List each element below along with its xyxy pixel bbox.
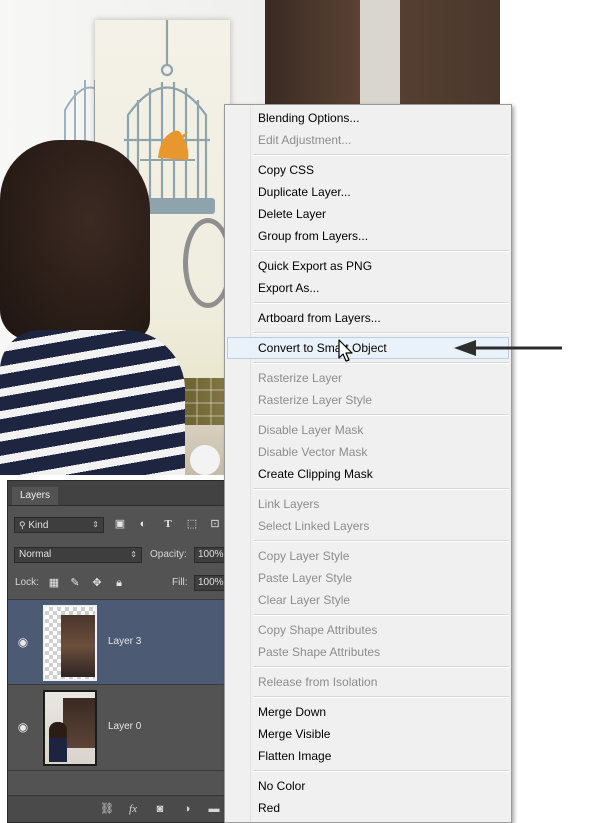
menu-item-paste-shape-attributes: Paste Shape Attributes (258, 645, 381, 659)
menu-separator (253, 362, 509, 364)
menu-separator (253, 770, 509, 772)
menu-item-duplicate-layer[interactable]: Duplicate Layer... (227, 181, 509, 203)
layers-footer: ⛓ fx ◙ ◑ ▬ (8, 795, 238, 822)
type-filter-icon[interactable]: T (161, 517, 175, 531)
pointer-arrow-annotation (454, 340, 562, 356)
layer-row[interactable]: ◉ Layer 3 (8, 599, 238, 685)
striped-shirt (0, 330, 185, 475)
blend-mode-dropdown[interactable]: Normal ⇕ (14, 547, 142, 563)
panel-tab-bar: Layers (8, 481, 236, 506)
lock-all-icon[interactable]: 🔒︎ (112, 576, 126, 590)
visibility-eye-icon[interactable]: ◉ (16, 635, 30, 649)
fill-label: Fill: (172, 577, 188, 588)
menu-separator (253, 250, 509, 252)
menu-item-disable-vector-mask: Disable Vector Mask (258, 445, 368, 459)
layer-name: Layer 3 (108, 636, 142, 647)
menu-item-artboard-from-layers[interactable]: Artboard from Layers... (227, 307, 509, 329)
menu-separator (253, 154, 509, 156)
menu-item-copy-layer-style: Copy Layer Style (258, 549, 350, 563)
lock-transparency-icon[interactable]: ▦ (47, 576, 61, 590)
menu-item-paste-layer-style: Paste Layer Style (258, 571, 353, 585)
menu-item-red[interactable]: Red (227, 797, 509, 819)
layer-thumbnail (43, 690, 97, 766)
shape-filter-icon[interactable]: ⬚ (185, 517, 199, 531)
filter-kind-dropdown[interactable]: ⚲ Kind ⇕ (14, 517, 104, 533)
girl-hair (0, 140, 150, 340)
filter-kind-label: Kind (28, 520, 49, 531)
menu-item-select-linked-layers: Select Linked Layers (258, 519, 370, 533)
menu-item-quick-export-as-png[interactable]: Quick Export as PNG (227, 255, 509, 277)
menu-item-rasterize-layer-style: Rasterize Layer Style (258, 393, 373, 407)
link-layers-icon[interactable]: ⛓ (100, 802, 114, 816)
menu-separator (253, 302, 509, 304)
menu-item-rasterize-layer: Rasterize Layer (258, 371, 343, 385)
menu-item-copy-shape-attributes: Copy Shape Attributes (258, 623, 378, 637)
menu-separator (253, 614, 509, 616)
adjustment-filter-icon[interactable]: ◐ (136, 517, 150, 531)
opacity-label: Opacity: (150, 549, 187, 560)
search-icon: ⚲ (19, 520, 26, 530)
menu-separator (253, 666, 509, 668)
menu-item-copy-css[interactable]: Copy CSS (227, 159, 509, 181)
menu-item-flatten-image[interactable]: Flatten Image (227, 745, 509, 767)
menu-item-edit-adjustment: Edit Adjustment... (258, 133, 352, 147)
image-filter-icon[interactable]: ▣ (113, 517, 127, 531)
smart-object-filter-icon[interactable]: ⊡ (208, 517, 222, 531)
layer-row[interactable]: ◉ Layer 0 (8, 685, 238, 771)
menu-item-release-from-isolation: Release from Isolation (258, 675, 378, 689)
menu-item-create-clipping-mask[interactable]: Create Clipping Mask (227, 463, 509, 485)
menu-item-disable-layer-mask: Disable Layer Mask (258, 423, 364, 437)
add-mask-icon[interactable]: ◙ (153, 802, 167, 816)
lock-pixels-icon[interactable]: ✎ (68, 576, 82, 590)
dropdown-arrows-icon: ⇕ (92, 520, 99, 529)
blend-mode-value: Normal (19, 549, 52, 560)
layer-thumbnail (43, 605, 97, 681)
menu-separator (253, 488, 509, 490)
menu-item-merge-visible[interactable]: Merge Visible (227, 723, 509, 745)
new-adjustment-icon[interactable]: ◑ (180, 802, 194, 816)
layer-context-menu: Blending Options... Edit Adjustment... Cop… (224, 104, 512, 823)
menu-separator (253, 540, 509, 542)
lock-label: Lock: (15, 577, 39, 588)
menu-separator (253, 332, 509, 334)
menu-item-blending-options[interactable]: Blending Options... (227, 107, 509, 129)
layer-name: Layer 0 (108, 721, 142, 732)
menu-item-no-color[interactable]: No Color (227, 775, 509, 797)
menu-item-export-as[interactable]: Export As... (227, 277, 509, 299)
sink-basin (190, 445, 220, 475)
menu-item-merge-down[interactable]: Merge Down (227, 701, 509, 723)
dropdown-arrows-icon: ⇕ (130, 550, 137, 559)
menu-separator (253, 696, 509, 698)
menu-separator (253, 414, 509, 416)
menu-item-delete-layer[interactable]: Delete Layer (227, 203, 509, 225)
mouse-cursor-icon (338, 339, 353, 362)
fx-icon[interactable]: fx (126, 802, 140, 816)
layers-tab[interactable]: Layers (12, 487, 59, 505)
layers-panel: Layers ⚲ Kind ⇕ ▣ ◐ T ⬚ ⊡ Normal ⇕ Opaci… (7, 480, 238, 823)
visibility-eye-icon[interactable]: ◉ (16, 720, 30, 734)
lock-position-icon[interactable]: ✥ (90, 576, 104, 590)
menu-item-group-from-layers[interactable]: Group from Layers... (227, 225, 509, 247)
menu-item-clear-layer-style: Clear Layer Style (258, 593, 351, 607)
door-frame (360, 0, 400, 110)
menu-item-link-layers: Link Layers (258, 497, 320, 511)
new-group-icon[interactable]: ▬ (207, 802, 221, 816)
